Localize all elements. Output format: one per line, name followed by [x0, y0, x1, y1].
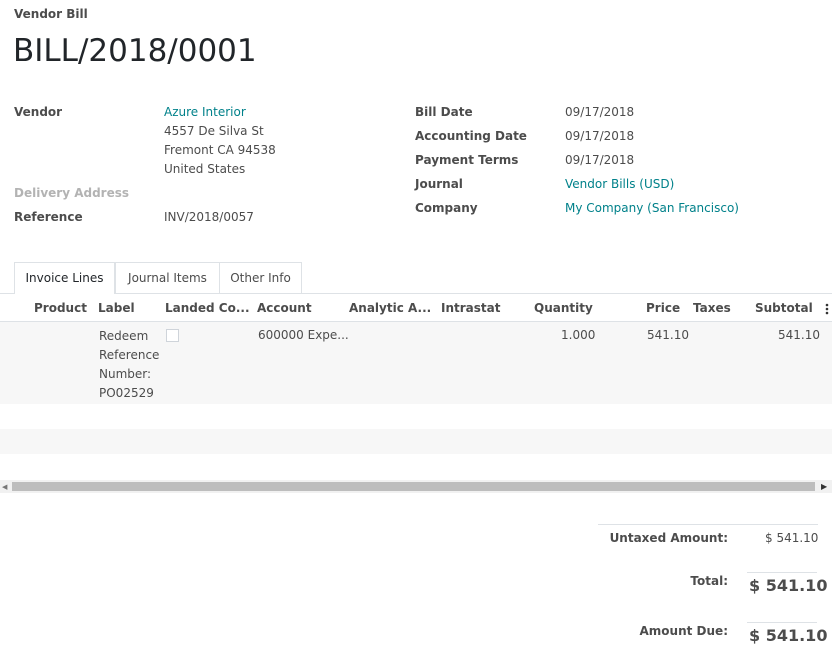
total-value: $ 541.10 [749, 576, 828, 595]
vendor-address-line-2: Fremont CA 94538 [164, 143, 276, 157]
notebook-tabs: Invoice Lines Journal Items Other Info [0, 262, 832, 294]
column-subtotal[interactable]: Subtotal [755, 301, 813, 315]
document-title: BILL/2018/0001 [13, 33, 257, 69]
scroll-right-arrow-icon[interactable]: ▶ [821, 482, 827, 491]
vertical-ellipsis-icon[interactable] [825, 303, 829, 315]
table-row[interactable]: Redeem Reference Number: PO02529 600000 … [0, 322, 832, 404]
payment-terms-value: 09/17/2018 [565, 153, 635, 167]
column-account[interactable]: Account [257, 301, 312, 315]
vendor-address-line-1: 4557 De Silva St [164, 124, 264, 138]
total-divider [747, 572, 817, 573]
column-landed-cost[interactable]: Landed Co... [165, 301, 250, 315]
horizontal-scrollbar[interactable]: ◀ ▶ [0, 480, 832, 493]
line-price: 541.10 [647, 328, 689, 342]
vendor-address-line-3: United States [164, 162, 246, 176]
column-analytic-account[interactable]: Analytic A... [349, 301, 431, 315]
vendor-link[interactable]: Azure Interior [164, 105, 246, 119]
document-type-label: Vendor Bill [14, 7, 88, 21]
line-label-text-4: PO02529 [99, 386, 154, 400]
empty-table-row[interactable] [0, 429, 832, 454]
invoice-lines-header: Product Label Landed Co... Account Analy… [0, 295, 832, 322]
column-label[interactable]: Label [98, 301, 135, 315]
journal-label: Journal [415, 177, 463, 191]
amount-due-divider [747, 622, 817, 623]
total-label: Total: [690, 574, 728, 588]
bill-date-label: Bill Date [415, 105, 473, 119]
scroll-left-arrow-icon[interactable]: ◀ [2, 483, 7, 491]
line-label-text-3: Number: [99, 367, 152, 381]
accounting-date-label: Accounting Date [415, 129, 527, 143]
column-taxes[interactable]: Taxes [693, 301, 731, 315]
tab-journal-items[interactable]: Journal Items [115, 262, 220, 293]
line-account: 600000 Expe... [258, 328, 349, 342]
amount-due-value: $ 541.10 [749, 626, 828, 645]
untaxed-amount-value: $ 541.10 [765, 531, 819, 545]
company-label: Company [415, 201, 478, 215]
landed-cost-checkbox[interactable] [166, 329, 179, 342]
line-subtotal: 541.10 [778, 328, 820, 342]
tab-other-info[interactable]: Other Info [219, 262, 302, 293]
amount-due-label: Amount Due: [639, 624, 728, 638]
company-link[interactable]: My Company (San Francisco) [565, 201, 739, 215]
line-label-text-1: Redeem [99, 329, 149, 343]
column-price[interactable]: Price [646, 301, 680, 315]
delivery-address-label: Delivery Address [14, 186, 130, 200]
reference-label: Reference [14, 210, 83, 224]
scrollbar-thumb[interactable] [12, 482, 815, 491]
column-product[interactable]: Product [34, 301, 87, 315]
bill-date-value: 09/17/2018 [565, 105, 635, 119]
line-label-cell: Redeem Reference Number: PO02529 [99, 327, 159, 403]
tab-invoice-lines[interactable]: Invoice Lines [14, 262, 115, 294]
tabs-baseline [0, 293, 832, 294]
totals-divider [598, 524, 818, 525]
line-quantity: 1.000 [561, 328, 596, 342]
accounting-date-value: 09/17/2018 [565, 129, 635, 143]
untaxed-amount-label: Untaxed Amount: [609, 531, 728, 545]
column-intrastat[interactable]: Intrastat [441, 301, 500, 315]
vendor-label: Vendor [14, 105, 63, 119]
column-quantity[interactable]: Quantity [534, 301, 593, 315]
reference-value: INV/2018/0057 [164, 210, 254, 224]
payment-terms-label: Payment Terms [415, 153, 519, 167]
journal-link[interactable]: Vendor Bills (USD) [565, 177, 674, 191]
line-label-text-2: Reference [99, 348, 160, 362]
